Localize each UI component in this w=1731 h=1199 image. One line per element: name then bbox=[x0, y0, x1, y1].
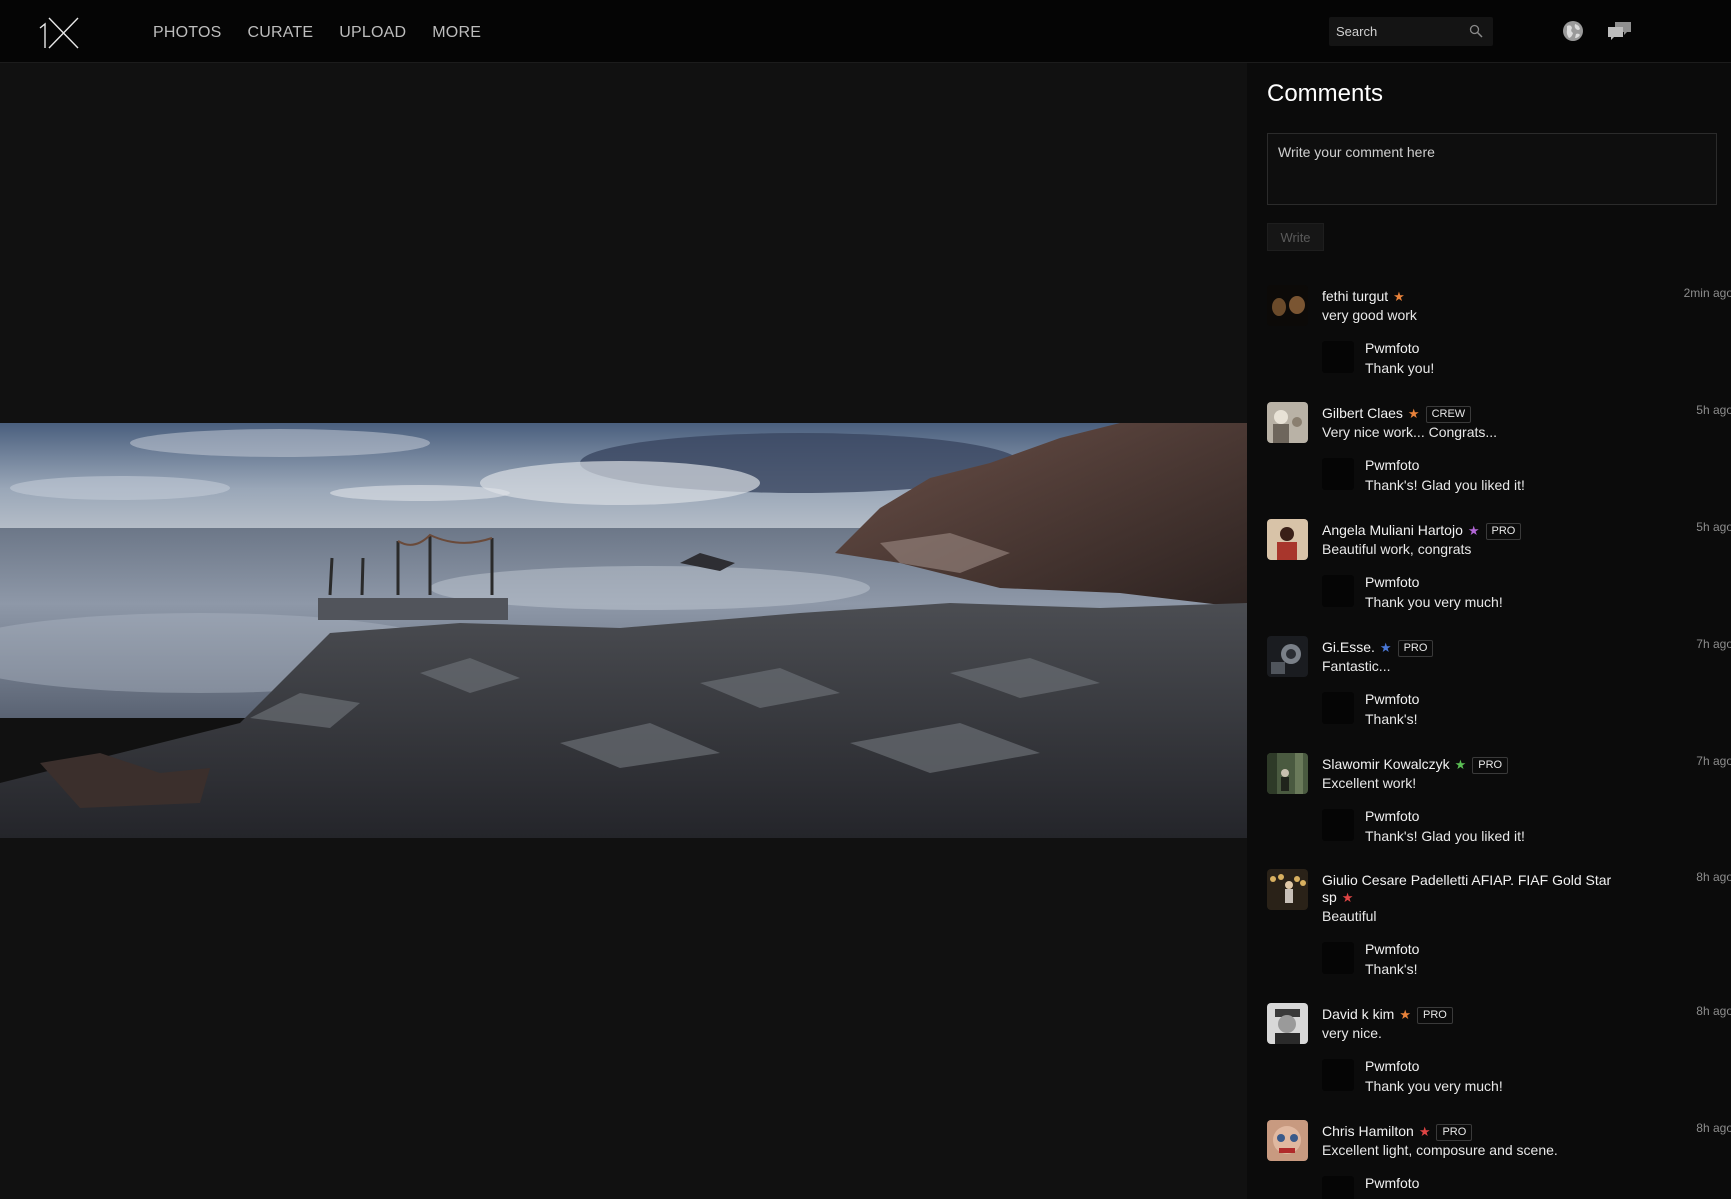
pro-badge: PRO bbox=[1417, 1007, 1453, 1024]
reply-author[interactable]: Pwmfoto bbox=[1365, 1175, 1419, 1191]
star-icon: ★ bbox=[1341, 890, 1354, 905]
star-icon: ★ bbox=[1467, 523, 1480, 538]
commenter-name[interactable]: Giulio Cesare Padelletti AFIAP. FIAF Gol… bbox=[1322, 872, 1611, 905]
reply-text: Thank's! Glad you liked it! bbox=[1365, 828, 1525, 844]
comment-input[interactable] bbox=[1267, 133, 1717, 205]
user-avatar[interactable] bbox=[1267, 285, 1308, 326]
user-avatar[interactable] bbox=[1267, 1003, 1308, 1044]
reply-text: Thank's! Glad you liked it! bbox=[1365, 477, 1525, 493]
1x-logo-icon[interactable] bbox=[38, 16, 80, 50]
reply-text: Thank's! bbox=[1365, 961, 1418, 977]
user-avatar[interactable] bbox=[1267, 402, 1308, 443]
reply-avatar[interactable] bbox=[1322, 692, 1354, 724]
pro-badge: PRO bbox=[1397, 640, 1434, 657]
commenter-name[interactable]: Gi.Esse. bbox=[1322, 639, 1375, 655]
reply-text: Thank's! bbox=[1365, 711, 1418, 727]
comment-time: 7h ago bbox=[1696, 754, 1731, 768]
user-avatar[interactable] bbox=[1267, 1120, 1308, 1161]
star-icon: ★ bbox=[1407, 406, 1420, 421]
comments-sidebar: Comments Write fethi turgut ★ 2min ago ve… bbox=[1247, 63, 1731, 1199]
comment-text: Very nice work... Congrats... bbox=[1322, 424, 1498, 440]
comment-text: Beautiful bbox=[1322, 908, 1377, 924]
comment-text: very nice. bbox=[1322, 1025, 1382, 1041]
commenter-name[interactable]: fethi turgut bbox=[1322, 288, 1388, 304]
comment-text: Excellent light, composure and scene. bbox=[1322, 1142, 1558, 1158]
star-icon: ★ bbox=[1399, 1007, 1412, 1022]
comment-time: 5h ago bbox=[1696, 520, 1731, 534]
reply-avatar[interactable] bbox=[1322, 575, 1354, 607]
commenter-name[interactable]: Angela Muliani Hartojo bbox=[1322, 522, 1463, 538]
comment-text: Beautiful work, congrats bbox=[1322, 541, 1472, 557]
user-avatar[interactable] bbox=[1267, 869, 1308, 910]
reply-avatar[interactable] bbox=[1322, 1059, 1354, 1091]
comment-time: 8h ago bbox=[1696, 1121, 1731, 1135]
nav-photos[interactable]: PHOTOS bbox=[153, 24, 221, 42]
star-icon: ★ bbox=[1418, 1124, 1431, 1139]
comment-time: 5h ago bbox=[1696, 403, 1731, 417]
reply-author[interactable]: Pwmfoto bbox=[1365, 457, 1419, 473]
commenter-name[interactable]: Slawomir Kowalczyk bbox=[1322, 756, 1450, 772]
user-avatar[interactable] bbox=[1267, 753, 1308, 794]
reply-author[interactable]: Pwmfoto bbox=[1365, 340, 1419, 356]
star-icon: ★ bbox=[1379, 640, 1392, 655]
commenter-name[interactable]: David k kim bbox=[1322, 1006, 1394, 1022]
reply-author[interactable]: Pwmfoto bbox=[1365, 941, 1419, 957]
comment-text: very good work bbox=[1322, 307, 1417, 323]
reply-author[interactable]: Pwmfoto bbox=[1365, 691, 1419, 707]
user-avatar[interactable] bbox=[1267, 519, 1308, 560]
landscape-photo[interactable] bbox=[0, 423, 1247, 838]
pro-badge: PRO bbox=[1485, 523, 1522, 540]
star-icon: ★ bbox=[1454, 757, 1467, 772]
reply-avatar[interactable] bbox=[1322, 458, 1354, 490]
comment-time: 2min ago bbox=[1683, 286, 1731, 300]
reply-text: Thank you very much! bbox=[1365, 1078, 1503, 1094]
globe-icon[interactable] bbox=[1562, 20, 1584, 42]
reply-avatar[interactable] bbox=[1322, 942, 1354, 974]
messages-icon[interactable] bbox=[1606, 19, 1633, 43]
reply-author[interactable]: Pwmfoto bbox=[1365, 1058, 1419, 1074]
reply-text: Thank you! bbox=[1365, 360, 1435, 376]
reply-avatar[interactable] bbox=[1322, 341, 1354, 373]
reply-avatar[interactable] bbox=[1322, 1176, 1354, 1199]
nav-curate[interactable]: CURATE bbox=[247, 24, 313, 42]
nav-upload[interactable]: UPLOAD bbox=[339, 24, 406, 42]
reply-author[interactable]: Pwmfoto bbox=[1365, 808, 1419, 824]
comment-time: 7h ago bbox=[1696, 637, 1731, 651]
user-avatar[interactable] bbox=[1267, 636, 1308, 677]
search-icon[interactable] bbox=[1469, 24, 1483, 38]
search-box bbox=[1329, 17, 1493, 46]
pro-badge: PRO bbox=[1472, 757, 1509, 774]
star-icon: ★ bbox=[1393, 289, 1405, 304]
search-input[interactable] bbox=[1336, 22, 1466, 41]
write-button[interactable]: Write bbox=[1267, 223, 1324, 251]
pro-badge: PRO bbox=[1436, 1124, 1473, 1141]
reply-text: Thank you very much! bbox=[1365, 594, 1503, 610]
commenter-name[interactable]: Gilbert Claes bbox=[1322, 405, 1403, 421]
reply-avatar[interactable] bbox=[1322, 809, 1354, 841]
comment-text: Fantastic... bbox=[1322, 658, 1391, 674]
comments-title: Comments bbox=[1267, 80, 1384, 107]
comment-time: 8h ago bbox=[1696, 1004, 1731, 1018]
top-navigation-bar: PHOTOS CURATE UPLOAD MORE bbox=[0, 0, 1731, 63]
commenter-name[interactable]: Chris Hamilton bbox=[1322, 1123, 1414, 1139]
crew-badge: CREW bbox=[1425, 406, 1472, 423]
nav-more[interactable]: MORE bbox=[432, 24, 481, 42]
main-nav: PHOTOS CURATE UPLOAD MORE bbox=[153, 24, 507, 42]
reply-author[interactable]: Pwmfoto bbox=[1365, 574, 1419, 590]
photo-viewer bbox=[0, 63, 1247, 1199]
comment-text: Excellent work! bbox=[1322, 775, 1417, 791]
comment-time: 8h ago bbox=[1696, 870, 1731, 884]
